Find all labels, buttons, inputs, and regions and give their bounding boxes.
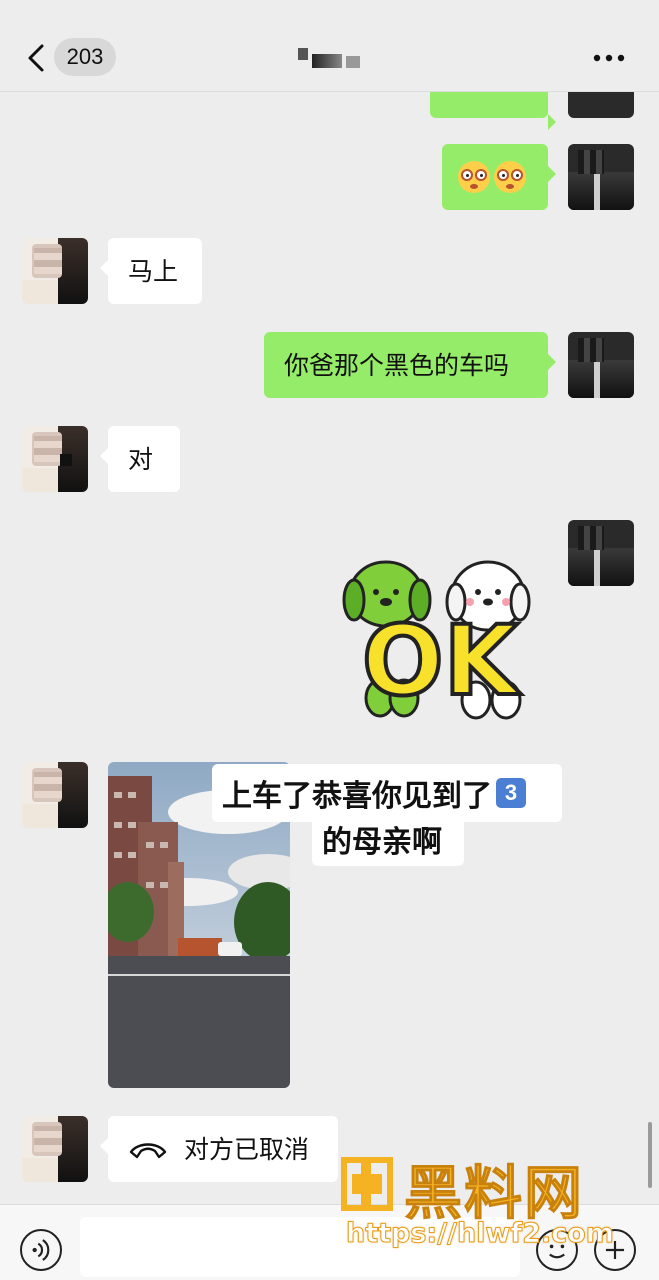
scrollbar[interactable] (648, 1122, 652, 1188)
avatar-contact[interactable] (22, 762, 88, 828)
image-caption-line2: 的母亲啊 (312, 812, 464, 866)
avatar-self[interactable] (568, 92, 634, 118)
message-bubble-text[interactable]: 对 (100, 426, 180, 492)
flushed-face-emoji-icon (458, 161, 490, 193)
ok-dogs-sticker[interactable]: OK (340, 556, 540, 724)
call-status-text: 对方已取消 (184, 1134, 310, 1164)
message-text: 你爸那个黑色的车吗 (284, 350, 510, 380)
caption-text: 的母亲啊 (322, 825, 442, 860)
flushed-face-emoji-icon (494, 161, 526, 193)
caption-text: 上车了恭喜你见到了 (222, 779, 492, 814)
message-bubble-partial[interactable] (430, 92, 556, 130)
voice-icon[interactable] (20, 1229, 62, 1271)
chat-header: 203 (0, 0, 659, 92)
message-bubble-text[interactable]: 马上 (100, 238, 202, 304)
sticker-text: OK (362, 605, 522, 717)
chat-title-redacted (296, 44, 370, 72)
unread-count-badge[interactable]: 203 (54, 38, 116, 76)
message-text: 马上 (128, 256, 179, 286)
watermark-url: https://hlwf2.com (346, 1218, 615, 1250)
more-dots-icon[interactable] (592, 44, 626, 72)
number-badge: 3 (496, 778, 526, 808)
back-chevron-icon[interactable] (22, 40, 54, 76)
message-text: 对 (128, 444, 154, 474)
avatar-contact[interactable] (22, 426, 88, 492)
avatar-contact[interactable] (22, 1116, 88, 1182)
message-bubble-emoji[interactable] (442, 144, 556, 210)
avatar-contact[interactable] (22, 238, 88, 304)
avatar-self[interactable] (568, 144, 634, 210)
watermark-logo-icon (341, 1157, 393, 1211)
avatar-self[interactable] (568, 520, 634, 586)
avatar-self[interactable] (568, 332, 634, 398)
phone-hangup-icon (129, 1143, 167, 1159)
call-cancelled-bubble[interactable]: 对方已取消 (100, 1116, 338, 1182)
message-bubble-text[interactable]: 你爸那个黑色的车吗 (264, 332, 556, 398)
